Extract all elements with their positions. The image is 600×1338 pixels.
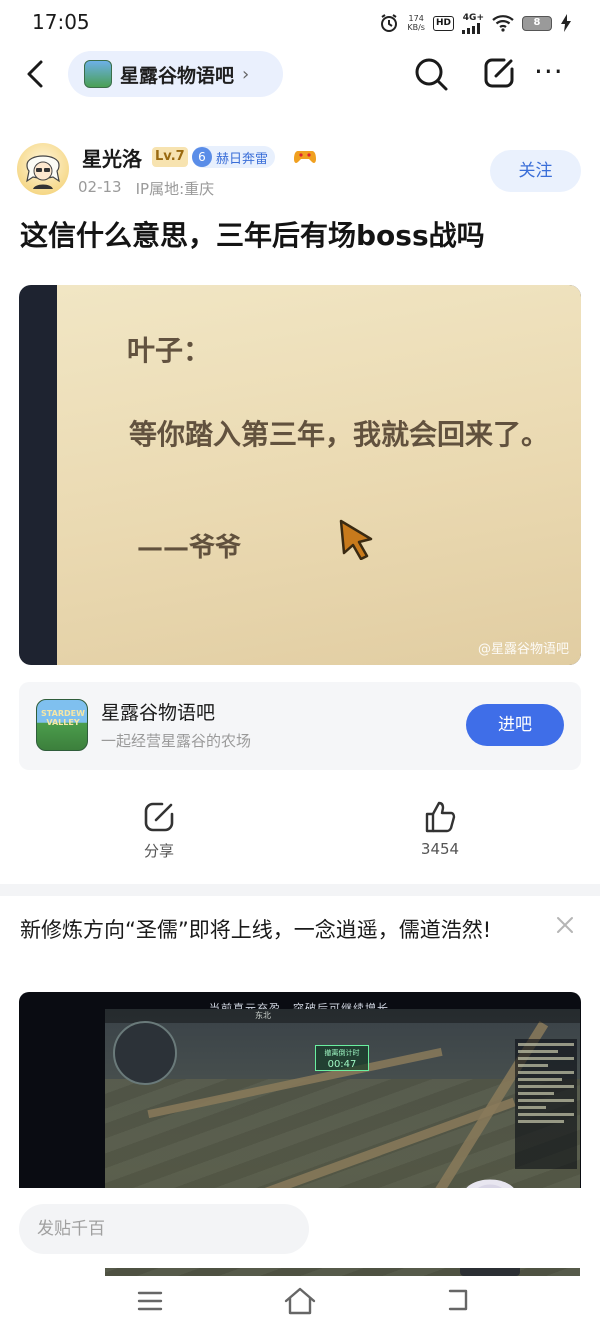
chat-line xyxy=(518,1043,574,1046)
letter-body: 等你踏入第三年，我就会回来了。 xyxy=(129,418,550,451)
more-options-button[interactable]: ··· xyxy=(534,58,564,86)
network-speed: 174 KB/s xyxy=(407,14,425,32)
game-hud-top: 东北 xyxy=(105,1009,580,1023)
system-navigation-bar xyxy=(0,1276,600,1338)
chat-line xyxy=(518,1085,574,1088)
chat-line xyxy=(518,1057,574,1060)
post-meta: 02-13 IP属地:重庆 xyxy=(78,178,214,199)
chat-line xyxy=(518,1092,554,1095)
game-timer-value: 00:47 xyxy=(327,1059,357,1070)
ip-location: IP属地:重庆 xyxy=(135,180,215,198)
chat-line xyxy=(518,1071,574,1074)
game-controller-badge-icon xyxy=(294,151,316,163)
chat-line xyxy=(518,1120,564,1123)
chat-line xyxy=(518,1064,548,1067)
status-icons: 174 KB/s HD 4G+ 8 xyxy=(379,12,572,34)
avatar-illustration xyxy=(26,155,60,189)
status-bar: 17:05 174 KB/s HD 4G+ 8 xyxy=(0,0,600,46)
section-divider xyxy=(0,884,600,896)
comment-input[interactable]: 发贴千百 xyxy=(19,1204,309,1254)
like-action[interactable]: 3454 xyxy=(400,800,480,858)
wifi-icon xyxy=(492,15,514,32)
enter-forum-button[interactable]: 进吧 xyxy=(466,704,564,746)
like-count: 3454 xyxy=(420,840,460,858)
chevron-right-icon: › xyxy=(242,63,250,85)
letter-greeting: 叶子： xyxy=(127,334,212,367)
honor-badge[interactable]: 6 赫日奔雷 xyxy=(192,146,276,168)
network-type: 4G+ xyxy=(462,12,484,23)
system-back-icon[interactable] xyxy=(444,1287,472,1313)
letter-paper: 叶子： 等你踏入第三年，我就会回来了。 ——爷爷 xyxy=(57,285,581,665)
network-speed-unit: KB/s xyxy=(407,23,425,32)
post-image[interactable]: 叶子： 等你踏入第三年，我就会回来了。 ——爷爷 @星露谷物语吧 xyxy=(19,285,581,665)
chat-line xyxy=(518,1050,558,1053)
post-title: 这信什么意思，三年后有场boss战吗 xyxy=(20,219,485,252)
nav-bar: 星露谷物语吧 › ··· xyxy=(0,46,600,104)
forum-card[interactable]: STARDEW VALLEY 星露谷物语吧 一起经营星露谷的农场 进吧 xyxy=(19,682,581,770)
honor-level: 6 xyxy=(192,147,212,167)
author-name[interactable]: 星光洛 xyxy=(82,143,142,172)
forum-card-subtitle: 一起经营星露谷的农场 xyxy=(101,732,252,750)
game-chat-panel xyxy=(515,1039,577,1169)
menu-icon[interactable] xyxy=(137,1290,163,1312)
post-date: 02-13 xyxy=(78,178,122,196)
cellular-signal: 4G+ xyxy=(462,13,484,34)
follow-button[interactable]: 关注 xyxy=(490,150,581,192)
forum-logo-text: STARDEW VALLEY xyxy=(41,709,85,727)
game-minimap xyxy=(113,1021,177,1085)
alarm-icon xyxy=(381,14,398,32)
game-timer-label: 撤离倒计时 xyxy=(324,1049,360,1057)
forum-logo-icon xyxy=(84,60,112,88)
author-avatar[interactable] xyxy=(17,143,69,195)
forum-pill[interactable]: 星露谷物语吧 › xyxy=(68,51,283,97)
battery-indicator: 8 xyxy=(522,15,552,31)
signal-bars-icon xyxy=(462,22,480,34)
chat-line xyxy=(518,1113,574,1116)
thumbs-up-icon xyxy=(425,801,456,833)
back-arrow-icon[interactable] xyxy=(22,58,50,90)
forum-card-title: 星露谷物语吧 xyxy=(101,702,216,724)
share-icon xyxy=(144,802,174,832)
honor-title: 赫日奔雷 xyxy=(216,151,269,167)
home-icon[interactable] xyxy=(283,1286,317,1316)
network-speed-value: 174 xyxy=(408,14,424,23)
status-time: 17:05 xyxy=(32,10,90,34)
forum-logo: STARDEW VALLEY xyxy=(36,699,88,751)
share-label: 分享 xyxy=(143,842,174,860)
comment-bar: 发贴千百 xyxy=(0,1188,600,1268)
charging-icon xyxy=(561,14,571,32)
image-watermark: @星露谷物语吧 xyxy=(477,642,569,657)
forum-pill-label: 星露谷物语吧 xyxy=(120,64,235,87)
letter-signature: ——爷爷 xyxy=(137,533,242,563)
close-icon[interactable] xyxy=(556,916,574,934)
level-badge: Lv.7 xyxy=(152,147,188,167)
search-icon[interactable] xyxy=(413,56,449,92)
share-action[interactable]: 分享 xyxy=(119,800,199,861)
pointer-cursor-icon xyxy=(339,519,373,560)
game-timer: 撤离倒计时 00:47 xyxy=(315,1045,369,1071)
ad-title[interactable]: 新修炼方向“圣儒”即将上线，一念逍遥，儒道浩然! xyxy=(20,912,540,948)
edit-icon[interactable] xyxy=(482,56,516,90)
hd-badge: HD xyxy=(432,15,454,31)
chat-line xyxy=(518,1078,562,1081)
chat-line xyxy=(518,1099,574,1102)
chat-line xyxy=(518,1106,546,1109)
